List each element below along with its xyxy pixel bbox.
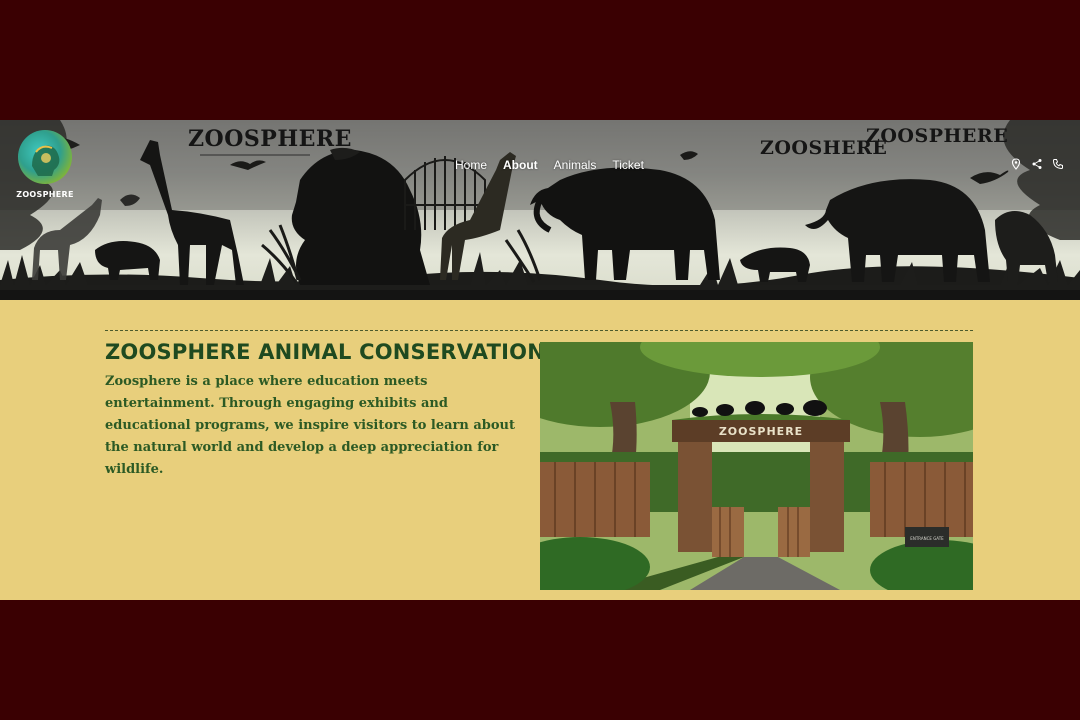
about-section: Zoosphere Animal Conservation Zoosphere … — [0, 300, 1080, 600]
logo-text: ZOOSPHERE — [16, 190, 74, 199]
main-nav: Home About Animals Ticket — [455, 158, 660, 172]
section-description: Zoosphere is a place where education mee… — [105, 374, 515, 477]
brand-text-right-2: ZOOSPHERE — [866, 125, 1009, 147]
brand-subtitle-line — [200, 154, 310, 156]
location-pin-icon[interactable] — [1010, 157, 1022, 170]
brand-text-left: ZOOSPHERE — [188, 126, 352, 152]
logo-badge — [18, 130, 72, 184]
share-icon[interactable] — [1031, 157, 1043, 169]
nav-item-home[interactable]: Home — [455, 158, 487, 172]
nav-item-ticket[interactable]: Ticket — [612, 158, 644, 172]
lion-emblem-icon — [32, 145, 60, 176]
gate-plaque-text: ENTRANCE GATE — [910, 536, 944, 541]
section-divider — [105, 330, 973, 331]
nav-item-about[interactable]: About — [503, 158, 538, 172]
gate-sign-text: ZOOSPHERE — [719, 425, 803, 438]
nav-item-animals[interactable]: Animals — [554, 158, 597, 172]
site-header: ZOOSPHERE ZOOSPHERE ZOOSHERE ZOOSPHERE H… — [0, 120, 1080, 300]
page: ZOOSPHERE ZOOSPHERE ZOOSHERE ZOOSPHERE H… — [0, 120, 1080, 600]
header-silhouette-scene — [0, 120, 1080, 300]
site-logo[interactable]: ZOOSPHERE — [14, 130, 76, 206]
zoo-entrance-image: ZOOSPHERE ENTRANCE GATE — [540, 342, 973, 590]
header-icons — [1010, 157, 1064, 170]
section-title: Zoosphere Animal Conservation — [105, 340, 545, 364]
phone-icon[interactable] — [1052, 157, 1064, 170]
